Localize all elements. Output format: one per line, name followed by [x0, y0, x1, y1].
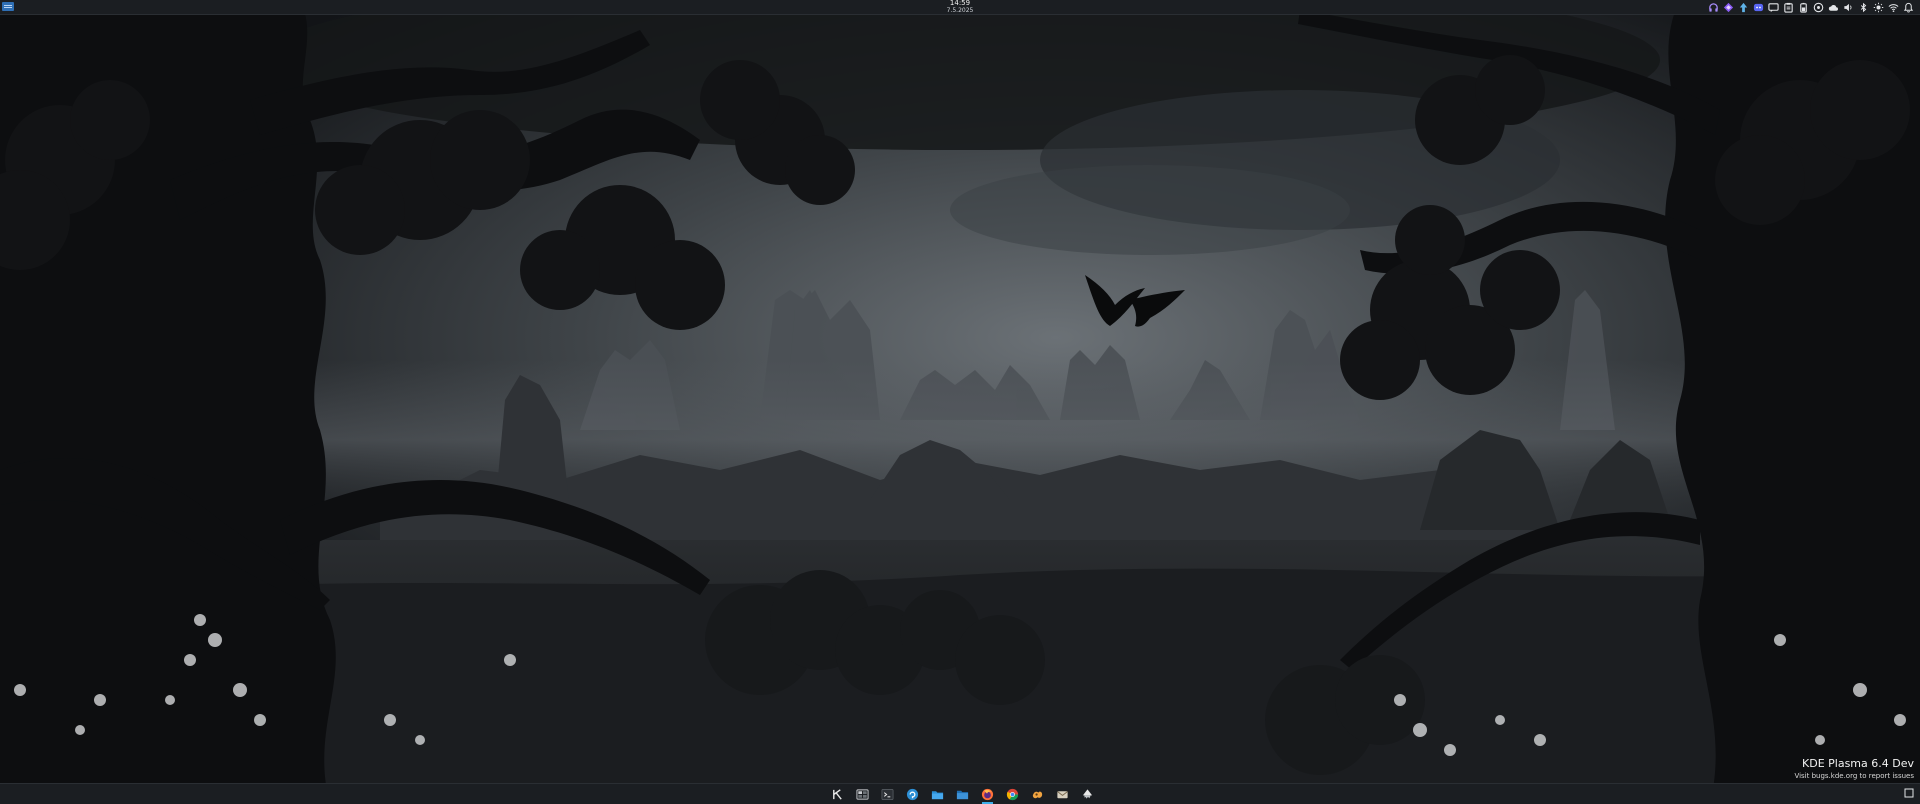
- chrome-icon[interactable]: [1004, 786, 1021, 803]
- network-upload-icon[interactable]: [1738, 2, 1749, 13]
- kde-app-launcher-icon[interactable]: [829, 786, 846, 803]
- dolphin-folder-icon[interactable]: [929, 786, 946, 803]
- notifications-icon[interactable]: [1903, 2, 1914, 13]
- volume-icon[interactable]: [1843, 2, 1854, 13]
- desktop-wallpaper: [0, 0, 1920, 804]
- watermark-subtitle: Visit bugs.kde.org to report issues: [1794, 772, 1914, 780]
- messages-icon[interactable]: [1768, 2, 1779, 13]
- bluetooth-icon[interactable]: [1858, 2, 1869, 13]
- plasma-dev-watermark: KDE Plasma 6.4 Dev Visit bugs.kde.org to…: [1794, 757, 1914, 781]
- application-launcher-icon[interactable]: [2, 2, 14, 11]
- headphones-icon[interactable]: [1708, 2, 1719, 13]
- spectacle-app-icon[interactable]: [1029, 786, 1046, 803]
- weather-icon[interactable]: [1828, 2, 1839, 13]
- battery-icon[interactable]: [1798, 2, 1809, 13]
- wifi-icon[interactable]: [1888, 2, 1899, 13]
- inkscape-icon[interactable]: [1079, 786, 1096, 803]
- system-tray: [1708, 1, 1914, 13]
- discover-app-store-icon[interactable]: [904, 786, 921, 803]
- firefox-icon[interactable]: [979, 786, 996, 804]
- konsole-terminal-icon[interactable]: [879, 786, 896, 803]
- email-app-icon[interactable]: [1054, 786, 1071, 803]
- top-panel: 14:59 7.5.2025: [0, 0, 1920, 15]
- show-desktop-icon[interactable]: [1904, 788, 1914, 798]
- digital-clock[interactable]: 14:59 7.5.2025: [935, 0, 985, 14]
- clipboard-icon[interactable]: [1783, 2, 1794, 13]
- discord-icon[interactable]: [1753, 2, 1764, 13]
- bottom-panel: [0, 783, 1920, 804]
- media-player-icon[interactable]: [1813, 2, 1824, 13]
- task-manager: [829, 786, 1096, 804]
- watermark-title: KDE Plasma 6.4 Dev: [1802, 757, 1914, 770]
- purple-diamond-app-icon[interactable]: [1723, 2, 1734, 13]
- system-file-manager-icon[interactable]: [954, 786, 971, 803]
- clock-date: 7.5.2025: [946, 7, 974, 14]
- virtual-desktop-pager-icon[interactable]: [854, 786, 871, 803]
- clock-time: 14:59: [949, 0, 971, 7]
- brightness-icon[interactable]: [1873, 2, 1884, 13]
